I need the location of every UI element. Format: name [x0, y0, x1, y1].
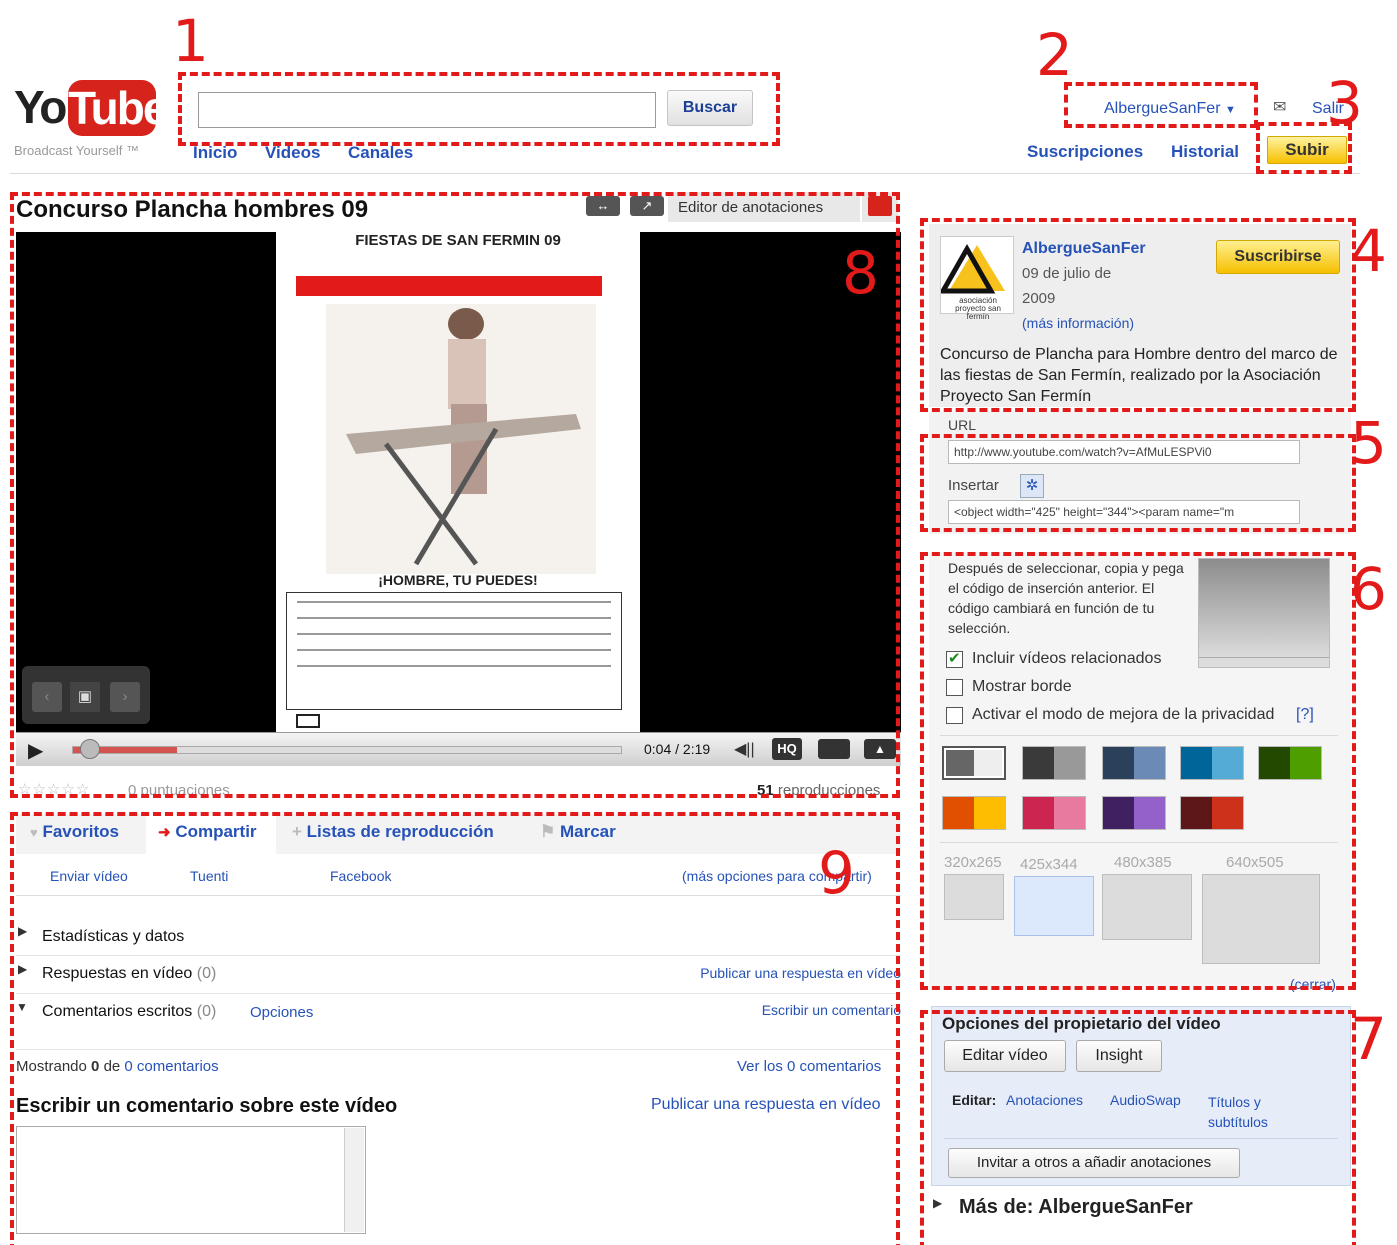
- annotation-box-4: [920, 218, 1356, 412]
- header-divider: [10, 173, 1360, 174]
- annotation-box-9: [10, 812, 900, 1245]
- annotation-box-2: [1064, 82, 1258, 128]
- url-label: URL: [948, 417, 977, 433]
- annotation-number-8: 8: [842, 239, 879, 307]
- nav-videos[interactable]: Videos: [265, 143, 320, 163]
- annotation-box-8: [10, 192, 900, 798]
- annotation-number-3: 3: [1326, 69, 1363, 137]
- logo-tube-text: Tube: [68, 80, 168, 136]
- envelope-icon[interactable]: ✉: [1273, 97, 1286, 117]
- annotation-number-7: 7: [1350, 1005, 1387, 1073]
- nav-canales[interactable]: Canales: [348, 143, 413, 163]
- annotation-number-9: 9: [818, 839, 855, 907]
- annotation-box-7: [920, 1010, 1356, 1245]
- annotation-box-1: [178, 72, 780, 146]
- subscriptions-link[interactable]: Suscripciones: [1027, 142, 1143, 162]
- nav-inicio[interactable]: Inicio: [193, 143, 237, 163]
- annotation-number-5: 5: [1350, 409, 1387, 477]
- history-link[interactable]: Historial: [1171, 142, 1239, 162]
- logo-tagline: Broadcast Yourself ™: [14, 143, 140, 158]
- annotation-number-6: 6: [1350, 555, 1387, 623]
- annotation-number-1: 1: [172, 7, 209, 75]
- annotation-box-5: [920, 434, 1356, 532]
- annotation-box-6: [920, 552, 1356, 990]
- annotation-number-4: 4: [1350, 217, 1387, 285]
- annotation-number-2: 2: [1036, 21, 1073, 89]
